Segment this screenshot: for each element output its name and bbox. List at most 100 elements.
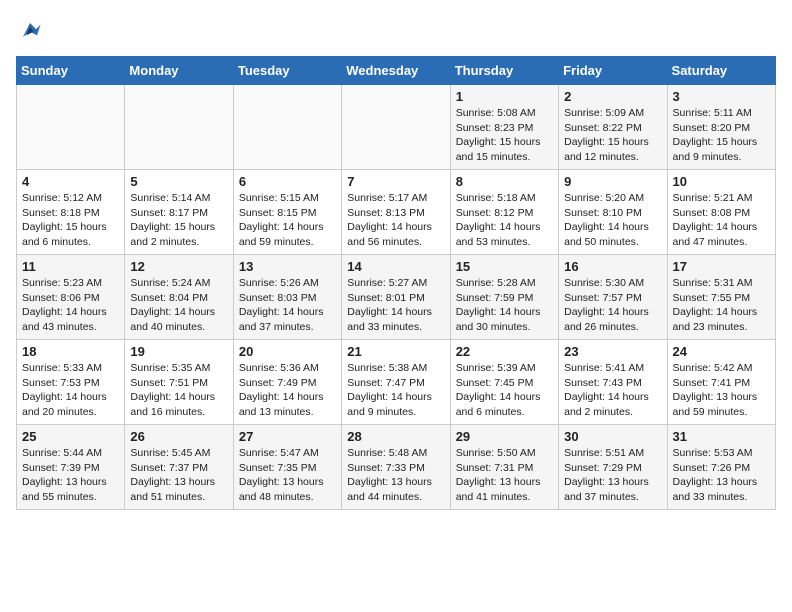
day-number: 2 — [564, 89, 661, 104]
calendar-cell — [125, 85, 233, 170]
day-number: 14 — [347, 259, 444, 274]
calendar-week-row: 4 Sunrise: 5:12 AM Sunset: 8:18 PM Daylig… — [17, 170, 776, 255]
calendar-cell: 19Sunrise: 5:35 AM Sunset: 7:51 PM Dayli… — [125, 340, 233, 425]
day-number: 11 — [22, 259, 119, 274]
calendar-cell: 10 Sunrise: 5:21 AM Sunset: 8:08 PM Dayli… — [667, 170, 775, 255]
day-info: Sunrise: 5:33 AM Sunset: 7:53 PM Dayligh… — [22, 361, 119, 420]
calendar-cell: 31 Sunrise: 5:53 AM Sunset: 7:26 PM Dayli… — [667, 425, 775, 510]
day-info: Sunrise: 5:47 AM Sunset: 7:35 PM Dayligh… — [239, 446, 336, 505]
calendar-cell: 21 Sunrise: 5:38 AM Sunset: 7:47 PM Dayli… — [342, 340, 450, 425]
day-info: Sunrise: 5:11 AM Sunset: 8:20 PM Dayligh… — [673, 106, 770, 165]
day-info: Sunrise: 5:31 AM Sunset: 7:55 PM Dayligh… — [673, 276, 770, 335]
calendar-cell: 11 Sunrise: 5:23 AM Sunset: 8:06 PM Dayli… — [17, 255, 125, 340]
day-info: Sunrise: 5:42 AM Sunset: 7:41 PM Dayligh… — [673, 361, 770, 420]
day-info: Sunrise: 5:38 AM Sunset: 7:47 PM Dayligh… — [347, 361, 444, 420]
calendar-cell: 8Sunrise: 5:18 AM Sunset: 8:12 PM Daylig… — [450, 170, 558, 255]
calendar-cell: 26 Sunrise: 5:45 AM Sunset: 7:37 PM Dayli… — [125, 425, 233, 510]
day-info: Sunrise: 5:48 AM Sunset: 7:33 PM Dayligh… — [347, 446, 444, 505]
day-info: Sunrise: 5:45 AM Sunset: 7:37 PM Dayligh… — [130, 446, 227, 505]
day-number: 12 — [130, 259, 227, 274]
calendar-cell: 29Sunrise: 5:50 AM Sunset: 7:31 PM Dayli… — [450, 425, 558, 510]
day-info: Sunrise: 5:27 AM Sunset: 8:01 PM Dayligh… — [347, 276, 444, 335]
weekday-header: Friday — [559, 57, 667, 85]
calendar-cell: 13 Sunrise: 5:26 AM Sunset: 8:03 PM Dayli… — [233, 255, 341, 340]
calendar-cell: 1 Sunrise: 5:08 AM Sunset: 8:23 PM Daylig… — [450, 85, 558, 170]
day-number: 15 — [456, 259, 553, 274]
day-info: Sunrise: 5:36 AM Sunset: 7:49 PM Dayligh… — [239, 361, 336, 420]
calendar-cell: 6Sunrise: 5:15 AM Sunset: 8:15 PM Daylig… — [233, 170, 341, 255]
weekday-header: Sunday — [17, 57, 125, 85]
day-number: 31 — [673, 429, 770, 444]
day-number: 22 — [456, 344, 553, 359]
calendar-cell: 17Sunrise: 5:31 AM Sunset: 7:55 PM Dayli… — [667, 255, 775, 340]
day-number: 23 — [564, 344, 661, 359]
calendar-cell: 15 Sunrise: 5:28 AM Sunset: 7:59 PM Dayli… — [450, 255, 558, 340]
weekday-header: Saturday — [667, 57, 775, 85]
day-info: Sunrise: 5:39 AM Sunset: 7:45 PM Dayligh… — [456, 361, 553, 420]
day-number: 13 — [239, 259, 336, 274]
day-number: 1 — [456, 89, 553, 104]
calendar-cell: 23Sunrise: 5:41 AM Sunset: 7:43 PM Dayli… — [559, 340, 667, 425]
calendar-week-row: 25 Sunrise: 5:44 AM Sunset: 7:39 PM Dayli… — [17, 425, 776, 510]
calendar-cell — [17, 85, 125, 170]
calendar-week-row: 1 Sunrise: 5:08 AM Sunset: 8:23 PM Daylig… — [17, 85, 776, 170]
calendar-cell: 27 Sunrise: 5:47 AM Sunset: 7:35 PM Dayli… — [233, 425, 341, 510]
day-number: 18 — [22, 344, 119, 359]
calendar-cell: 14 Sunrise: 5:27 AM Sunset: 8:01 PM Dayli… — [342, 255, 450, 340]
day-info: Sunrise: 5:12 AM Sunset: 8:18 PM Dayligh… — [22, 191, 119, 250]
day-info: Sunrise: 5:53 AM Sunset: 7:26 PM Dayligh… — [673, 446, 770, 505]
calendar-cell: 20 Sunrise: 5:36 AM Sunset: 7:49 PM Dayli… — [233, 340, 341, 425]
day-number: 7 — [347, 174, 444, 189]
day-info: Sunrise: 5:21 AM Sunset: 8:08 PM Dayligh… — [673, 191, 770, 250]
calendar-cell: 5 Sunrise: 5:14 AM Sunset: 8:17 PM Daylig… — [125, 170, 233, 255]
calendar-cell: 18 Sunrise: 5:33 AM Sunset: 7:53 PM Dayli… — [17, 340, 125, 425]
calendar-cell: 24 Sunrise: 5:42 AM Sunset: 7:41 PM Dayli… — [667, 340, 775, 425]
calendar-cell — [342, 85, 450, 170]
day-number: 24 — [673, 344, 770, 359]
day-info: Sunrise: 5:30 AM Sunset: 7:57 PM Dayligh… — [564, 276, 661, 335]
day-number: 10 — [673, 174, 770, 189]
calendar-cell: 12Sunrise: 5:24 AM Sunset: 8:04 PM Dayli… — [125, 255, 233, 340]
day-number: 26 — [130, 429, 227, 444]
day-info: Sunrise: 5:23 AM Sunset: 8:06 PM Dayligh… — [22, 276, 119, 335]
calendar-cell — [233, 85, 341, 170]
day-number: 8 — [456, 174, 553, 189]
day-number: 9 — [564, 174, 661, 189]
day-info: Sunrise: 5:44 AM Sunset: 7:39 PM Dayligh… — [22, 446, 119, 505]
calendar-week-row: 18 Sunrise: 5:33 AM Sunset: 7:53 PM Dayli… — [17, 340, 776, 425]
logo-icon — [16, 16, 44, 44]
day-info: Sunrise: 5:51 AM Sunset: 7:29 PM Dayligh… — [564, 446, 661, 505]
weekday-header: Monday — [125, 57, 233, 85]
day-number: 3 — [673, 89, 770, 104]
day-number: 16 — [564, 259, 661, 274]
day-number: 6 — [239, 174, 336, 189]
day-info: Sunrise: 5:26 AM Sunset: 8:03 PM Dayligh… — [239, 276, 336, 335]
day-info: Sunrise: 5:28 AM Sunset: 7:59 PM Dayligh… — [456, 276, 553, 335]
calendar-cell: 28 Sunrise: 5:48 AM Sunset: 7:33 PM Dayli… — [342, 425, 450, 510]
day-info: Sunrise: 5:17 AM Sunset: 8:13 PM Dayligh… — [347, 191, 444, 250]
page-header — [16, 16, 776, 44]
weekday-header-row: SundayMondayTuesdayWednesdayThursdayFrid… — [17, 57, 776, 85]
calendar-cell: 16 Sunrise: 5:30 AM Sunset: 7:57 PM Dayli… — [559, 255, 667, 340]
day-number: 20 — [239, 344, 336, 359]
calendar-cell: 7 Sunrise: 5:17 AM Sunset: 8:13 PM Daylig… — [342, 170, 450, 255]
weekday-header: Tuesday — [233, 57, 341, 85]
day-info: Sunrise: 5:08 AM Sunset: 8:23 PM Dayligh… — [456, 106, 553, 165]
calendar-cell: 25 Sunrise: 5:44 AM Sunset: 7:39 PM Dayli… — [17, 425, 125, 510]
weekday-header: Wednesday — [342, 57, 450, 85]
day-number: 19 — [130, 344, 227, 359]
day-number: 27 — [239, 429, 336, 444]
day-info: Sunrise: 5:14 AM Sunset: 8:17 PM Dayligh… — [130, 191, 227, 250]
day-number: 5 — [130, 174, 227, 189]
calendar-table: SundayMondayTuesdayWednesdayThursdayFrid… — [16, 56, 776, 510]
day-info: Sunrise: 5:09 AM Sunset: 8:22 PM Dayligh… — [564, 106, 661, 165]
day-number: 21 — [347, 344, 444, 359]
calendar-cell: 30Sunrise: 5:51 AM Sunset: 7:29 PM Dayli… — [559, 425, 667, 510]
day-number: 25 — [22, 429, 119, 444]
calendar-cell: 9Sunrise: 5:20 AM Sunset: 8:10 PM Daylig… — [559, 170, 667, 255]
calendar-cell: 2 Sunrise: 5:09 AM Sunset: 8:22 PM Daylig… — [559, 85, 667, 170]
day-number: 28 — [347, 429, 444, 444]
day-number: 4 — [22, 174, 119, 189]
calendar-cell: 22 Sunrise: 5:39 AM Sunset: 7:45 PM Dayli… — [450, 340, 558, 425]
logo — [16, 16, 48, 44]
